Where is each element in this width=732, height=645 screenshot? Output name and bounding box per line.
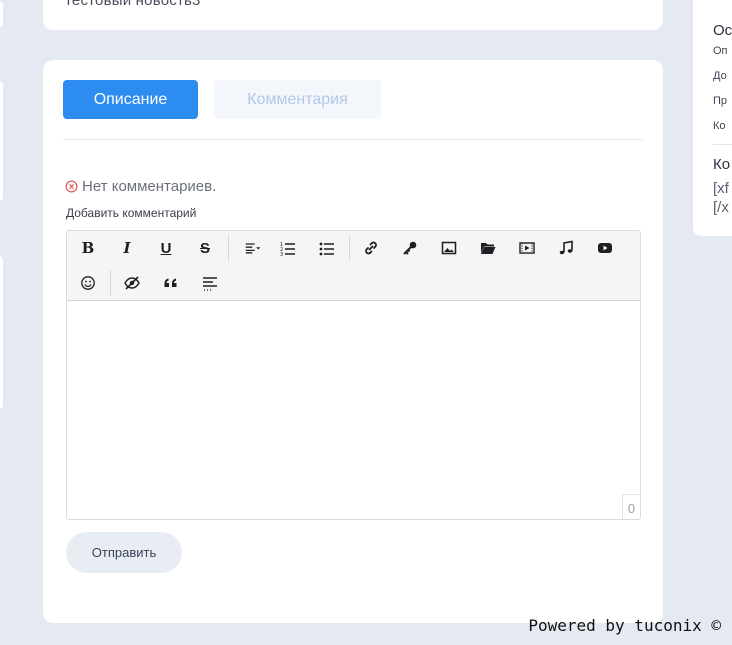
folder-icon[interactable] bbox=[475, 235, 501, 261]
bbcode-line: [xf bbox=[713, 180, 729, 197]
side-panel-item[interactable]: Оп bbox=[713, 45, 728, 57]
key-icon[interactable] bbox=[397, 235, 423, 261]
add-comment-label: Добавить комментарий bbox=[66, 206, 197, 220]
quote-icon[interactable] bbox=[158, 270, 184, 296]
side-panel-item[interactable]: Пр bbox=[713, 95, 727, 107]
bbcode-line: [/x bbox=[713, 199, 729, 216]
char-counter: 0 bbox=[622, 494, 640, 519]
empty-state-text: Нет комментариев. bbox=[82, 178, 217, 195]
unordered-list-icon[interactable] bbox=[314, 235, 340, 261]
comment-textarea[interactable]: 0 bbox=[67, 301, 640, 519]
powered-by-footer: Powered by tuconix © bbox=[528, 616, 721, 635]
comments-card: Описание Комментария Нет комментариев. Д… bbox=[43, 60, 663, 623]
tab-comments[interactable]: Комментария bbox=[214, 80, 381, 119]
left-card-fragment bbox=[0, 255, 3, 410]
divider bbox=[713, 144, 732, 145]
side-panel-heading: Ос bbox=[713, 22, 732, 39]
side-panel-item[interactable]: Ко bbox=[713, 120, 726, 132]
left-card-fragment bbox=[0, 80, 3, 202]
side-panel-heading-2: Ко bbox=[713, 156, 731, 173]
italic-icon[interactable]: I bbox=[114, 235, 140, 261]
align-icon[interactable] bbox=[238, 235, 268, 261]
strikethrough-icon[interactable]: S bbox=[192, 235, 218, 261]
video-icon[interactable] bbox=[514, 235, 540, 261]
tab-description[interactable]: Описание bbox=[63, 80, 198, 119]
emoji-icon[interactable] bbox=[75, 270, 101, 296]
submit-button[interactable]: Отправить bbox=[66, 532, 182, 573]
empty-state: Нет комментариев. bbox=[65, 178, 216, 195]
spoiler-icon[interactable] bbox=[119, 270, 145, 296]
comment-editor: B I U S 123 0 bbox=[66, 230, 641, 520]
underline-icon[interactable]: U bbox=[153, 235, 179, 261]
news-card: тестовый новость3 bbox=[43, 0, 663, 30]
text-format-icon[interactable] bbox=[197, 270, 223, 296]
toolbar-separator bbox=[349, 235, 350, 261]
side-panel: Ос Оп До Пр Ко Ко [xf [/x bbox=[693, 0, 732, 236]
bold-icon[interactable]: B bbox=[75, 235, 101, 261]
divider bbox=[63, 139, 643, 140]
toolbar-separator bbox=[228, 235, 229, 261]
svg-text:3: 3 bbox=[280, 252, 283, 256]
link-icon[interactable] bbox=[358, 235, 384, 261]
ordered-list-icon[interactable]: 123 bbox=[275, 235, 301, 261]
toolbar-separator bbox=[110, 270, 111, 296]
image-icon[interactable] bbox=[436, 235, 462, 261]
editor-toolbar: B I U S 123 bbox=[67, 231, 640, 301]
left-card-fragment bbox=[0, 0, 3, 28]
youtube-icon[interactable] bbox=[592, 235, 618, 261]
error-circle-icon bbox=[65, 180, 78, 193]
music-icon[interactable] bbox=[553, 235, 579, 261]
tabs: Описание Комментария bbox=[63, 80, 381, 119]
side-panel-item[interactable]: До bbox=[713, 70, 727, 82]
news-title: тестовый новость3 bbox=[65, 0, 201, 9]
